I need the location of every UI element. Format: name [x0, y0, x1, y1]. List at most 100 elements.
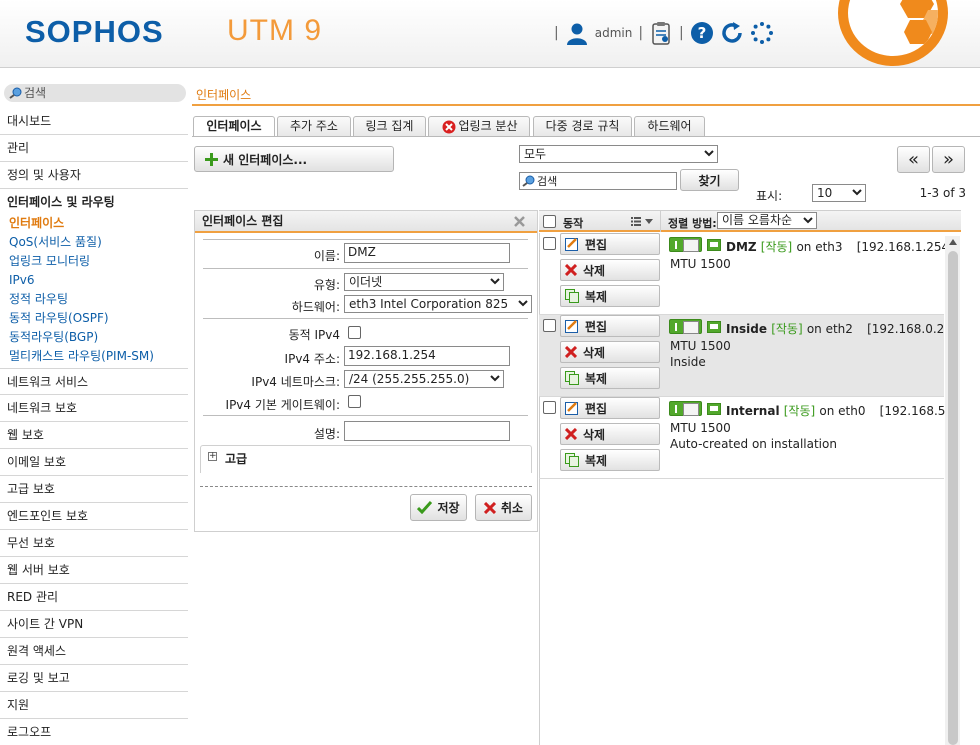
sidebar-subitem-bgp[interactable]: 동적라우팅(BGP): [9, 328, 98, 347]
edit-button[interactable]: 편집: [560, 233, 660, 255]
sidebar-item-dashboard[interactable]: 대시보드: [0, 108, 188, 135]
sidebar-item-interfaces-routing[interactable]: 인터페이스 및 라우팅: [0, 189, 188, 216]
header: SOPHOS UTM 9 | admin | | ?: [0, 0, 980, 68]
clone-button[interactable]: 복제: [560, 285, 660, 307]
interface-name-text: Internal: [726, 404, 780, 418]
sidebar-subitem-uplink-monitoring[interactable]: 업링크 모니터링: [9, 252, 90, 271]
sidebar-item-network-protection[interactable]: 네트워크 보호: [0, 395, 188, 422]
scrollbar-thumb[interactable]: [948, 251, 958, 745]
cancel-button[interactable]: 취소: [475, 494, 532, 521]
sidebar-subitem-pim-sm[interactable]: 멀티캐스트 라우팅(PIM-SM): [9, 347, 154, 366]
prev-page-button[interactable]: «: [897, 146, 930, 173]
sidebar-subitem-ipv6[interactable]: IPv6: [9, 271, 35, 290]
list-search-input[interactable]: 검색: [519, 172, 677, 190]
description-input[interactable]: [344, 421, 510, 441]
tab-link-aggregation[interactable]: 링크 집계: [353, 116, 426, 136]
ipv4-address-input[interactable]: 192.168.1.254: [344, 346, 510, 366]
clone-button[interactable]: 복제: [560, 367, 660, 389]
filter-select[interactable]: 모두: [519, 145, 718, 163]
help-icon[interactable]: ?: [690, 21, 714, 45]
select-all-checkbox[interactable]: [543, 215, 556, 228]
edit-button[interactable]: 편집: [560, 397, 660, 419]
enable-toggle[interactable]: [669, 319, 702, 334]
user-icon[interactable]: [565, 21, 589, 45]
sidebar-item-logoff[interactable]: 로그오프: [0, 719, 188, 745]
tab-interfaces[interactable]: 인터페이스: [193, 116, 275, 137]
next-page-button[interactable]: »: [932, 146, 965, 173]
sidebar-item-site-to-site-vpn[interactable]: 사이트 간 VPN: [0, 611, 188, 638]
edit-button[interactable]: 편집: [560, 315, 660, 337]
sidebar-item-web-protection[interactable]: 웹 보호: [0, 422, 188, 449]
sidebar-item-support[interactable]: 지원: [0, 692, 188, 719]
ipv4-gateway-checkbox[interactable]: [348, 395, 361, 408]
refresh-icon[interactable]: [720, 21, 744, 45]
hardware-label: 하드웨어:: [291, 300, 340, 314]
sidebar-item-management[interactable]: 관리: [0, 135, 188, 162]
sidebar-item-definitions-users[interactable]: 정의 및 사용자: [0, 162, 188, 189]
enable-toggle[interactable]: [669, 237, 702, 252]
interface-mtu: MTU 1500: [670, 257, 731, 271]
sidebar-item-endpoint-protection[interactable]: 엔드포인트 보호: [0, 503, 188, 530]
sidebar-item-advanced-protection[interactable]: 고급 보호: [0, 476, 188, 503]
interface-comment: Auto-created on installation: [670, 437, 837, 451]
edit-divider: [203, 239, 528, 240]
tab-uplink-balancing[interactable]: 업링크 분산: [428, 116, 530, 136]
status-badge: [작동]: [783, 404, 816, 418]
list-header: 동작 정렬 방법: 이름 오름차순: [539, 210, 961, 232]
delete-button[interactable]: 삭제: [560, 341, 660, 363]
enable-toggle[interactable]: [669, 401, 702, 416]
tab-multipath-rules[interactable]: 다중 경로 규칙: [533, 116, 632, 136]
chevron-down-icon: [490, 278, 500, 285]
type-select-value: 이더넷: [349, 275, 383, 289]
sidebar-subitem-static-routing[interactable]: 정적 라우팅: [9, 290, 68, 309]
ipv4-address-label: IPv4 주소:: [284, 352, 340, 366]
interface-name: Inside [작동] on eth2 [192.168.0.254/24]: [726, 320, 945, 337]
sort-select[interactable]: 이름 오름차순: [717, 212, 817, 229]
find-button[interactable]: 찾기: [680, 169, 739, 191]
list-search-placeholder: 검색: [537, 175, 558, 188]
tab-additional-addresses[interactable]: 추가 주소: [277, 116, 351, 136]
advanced-section[interactable]: + 고급: [200, 445, 532, 473]
sidebar-item-remote-access[interactable]: 원격 액세스: [0, 638, 188, 665]
edit-panel-header: 인터페이스 편집: [195, 211, 537, 233]
new-interface-button[interactable]: 새 인터페이스...: [194, 146, 394, 172]
close-icon[interactable]: [514, 216, 525, 227]
sidebar-item-webserver-protection[interactable]: 웹 서버 보호: [0, 557, 188, 584]
page-size-select[interactable]: 10: [812, 184, 866, 202]
type-select[interactable]: 이더넷: [344, 273, 504, 291]
error-icon: [442, 120, 456, 134]
sidebar-item-wireless-protection[interactable]: 무선 보호: [0, 530, 188, 557]
column-menu-icon[interactable]: [631, 217, 653, 226]
sidebar-subitem-qos[interactable]: QoS(서비스 품질): [9, 233, 102, 252]
ipv4-netmask-select[interactable]: /24 (255.255.255.0): [344, 370, 504, 388]
sidebar-item-logging-reporting[interactable]: 로깅 및 보고: [0, 665, 188, 692]
sidebar-subitem-interfaces[interactable]: 인터페이스: [9, 214, 64, 233]
row-checkbox[interactable]: [543, 319, 556, 332]
header-tools: | admin | | ?: [554, 18, 774, 48]
scroll-up-icon[interactable]: [949, 239, 957, 245]
ipv4-netmask-value: /24 (255.255.255.0): [349, 372, 470, 386]
clipboard-icon[interactable]: [649, 21, 673, 45]
sidebar-item-email-protection[interactable]: 이메일 보호: [0, 449, 188, 476]
tab-hardware[interactable]: 하드웨어: [634, 116, 705, 136]
user-name[interactable]: admin: [595, 26, 633, 40]
row-checkbox[interactable]: [543, 401, 556, 414]
row-checkbox[interactable]: [543, 237, 556, 250]
plus-icon: [205, 152, 218, 166]
x-icon: [565, 264, 577, 276]
delete-button[interactable]: 삭제: [560, 423, 660, 445]
sidebar-item-network-services[interactable]: 네트워크 서비스: [0, 368, 188, 395]
save-button[interactable]: 저장: [410, 494, 467, 521]
cancel-button-label: 취소: [500, 501, 524, 515]
delete-button[interactable]: 삭제: [560, 259, 660, 281]
x-icon: [565, 428, 577, 440]
hardware-select[interactable]: eth3 Intel Corporation 825: [344, 295, 532, 313]
clone-button[interactable]: 복제: [560, 449, 660, 471]
sidebar-search-input[interactable]: 검색: [4, 84, 186, 102]
name-input[interactable]: DMZ: [344, 243, 510, 263]
sidebar-item-red-management[interactable]: RED 관리: [0, 584, 188, 611]
sidebar-subitem-ospf[interactable]: 동적 라우팅(OSPF): [9, 309, 109, 328]
dynamic-ipv4-checkbox[interactable]: [348, 326, 361, 339]
interface-list: 편집 삭제 복제 DMZ [작동] on eth3 [192.168.1.254…: [539, 233, 945, 745]
clone-button-label: 복제: [585, 289, 608, 304]
